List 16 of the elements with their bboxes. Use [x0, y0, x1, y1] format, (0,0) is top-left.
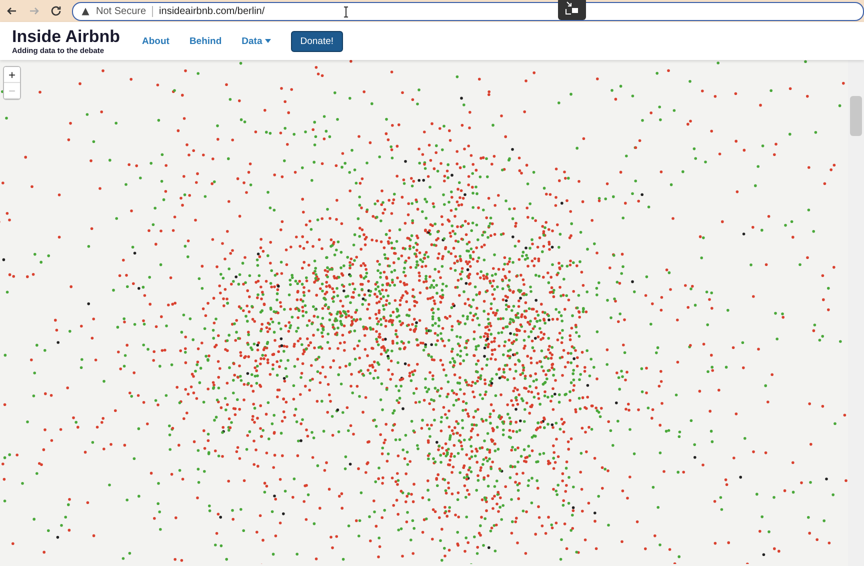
nav-dropdown[interactable]: Data: [242, 36, 272, 46]
nav-link[interactable]: Behind: [189, 36, 222, 46]
warning-icon: [81, 6, 90, 16]
scrollbar-thumb[interactable]: [850, 96, 862, 136]
donate-button[interactable]: Donate!: [291, 30, 343, 52]
nav-link[interactable]: About: [142, 36, 170, 46]
site-title[interactable]: Inside Airbnb: [12, 28, 120, 46]
caret-icon: [265, 39, 272, 43]
zoom-in-button[interactable]: +: [4, 67, 20, 83]
security-label: Not Secure: [96, 6, 146, 16]
text-cursor-icon: [343, 6, 349, 18]
url-text: insideairbnb.com/berlin/: [159, 6, 265, 16]
screen-capture-icon[interactable]: [558, 0, 586, 20]
address-bar[interactable]: Not Secure insideairbnb.com/berlin/: [72, 2, 864, 20]
back-icon[interactable]: [6, 5, 18, 17]
reload-icon[interactable]: [50, 5, 62, 17]
